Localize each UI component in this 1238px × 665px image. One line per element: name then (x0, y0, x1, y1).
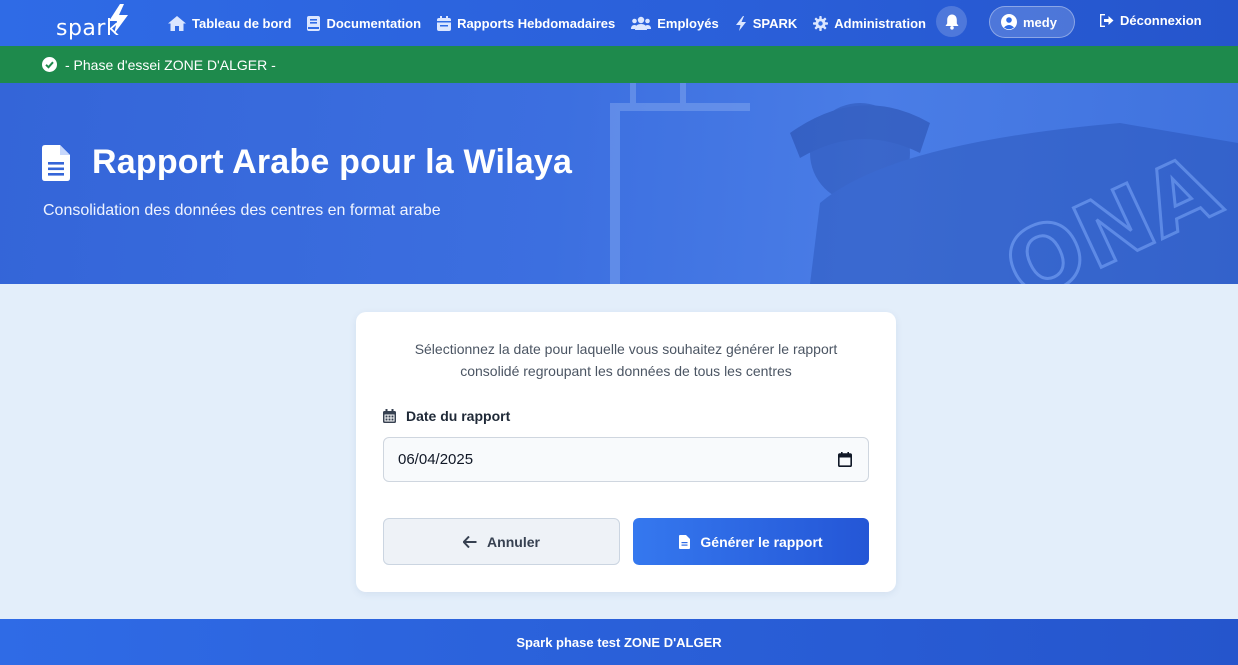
nav-item-employees[interactable]: Employés (631, 15, 719, 31)
arrow-left-icon (463, 535, 477, 548)
bolt-icon (735, 15, 746, 31)
spark-logo[interactable]: spark (56, 2, 132, 42)
nav-label: Employés (657, 15, 719, 31)
date-value: 06/04/2025 (398, 451, 474, 468)
nav-item-spark[interactable]: SPARK (735, 15, 798, 31)
page-subtitle: Consolidation des données des centres en… (43, 202, 441, 219)
nav-label: Administration (834, 15, 926, 31)
page-title-text: Rapport Arabe pour la Wilaya (92, 143, 573, 181)
file-icon (42, 144, 70, 181)
logout-link[interactable]: Déconnexion (1100, 13, 1202, 28)
footer: Spark phase test ZONE D'ALGER (0, 619, 1238, 665)
gear-icon (813, 15, 829, 31)
bell-icon (945, 14, 958, 30)
notifications-button[interactable] (936, 6, 967, 37)
calendar-icon (383, 409, 396, 423)
cancel-label: Annuler (487, 533, 540, 550)
phase-banner: - Phase d'essei ZONE D'ALGER - (0, 46, 1238, 83)
date-field-label: Date du rapport (383, 408, 510, 424)
nav-item-administration[interactable]: Administration (813, 15, 926, 31)
page-title: Rapport Arabe pour la Wilaya (42, 143, 572, 182)
check-circle-icon (42, 57, 57, 72)
sign-out-icon (1100, 14, 1114, 27)
hero-background-image: ONA (610, 83, 1238, 284)
user-menu-button[interactable]: medy (989, 6, 1075, 38)
cancel-button[interactable]: Annuler (383, 518, 620, 565)
report-form-card: Sélectionnez la date pour laquelle vous … (356, 312, 896, 592)
generate-report-button[interactable]: Générer le rapport (633, 518, 869, 565)
nav-item-weekly-reports[interactable]: Rapports Hebdomadaires (437, 15, 616, 31)
nav-label: SPARK (752, 15, 798, 31)
nav-item-dashboard[interactable]: Tableau de bord (168, 15, 292, 31)
logout-label: Déconnexion (1120, 13, 1202, 28)
generate-label: Générer le rapport (700, 533, 823, 550)
book-icon (307, 15, 321, 31)
phase-text: - Phase d'essei ZONE D'ALGER - (65, 56, 276, 73)
user-avatar-icon (1001, 14, 1017, 30)
nav-label: Rapports Hebdomadaires (457, 15, 616, 31)
bolt-icon (109, 4, 128, 34)
nav-item-documentation[interactable]: Documentation (307, 15, 422, 31)
nav-label: Tableau de bord (192, 15, 292, 31)
nav-label: Documentation (326, 15, 422, 31)
users-icon (631, 16, 652, 30)
calendar-picker-icon[interactable] (838, 452, 852, 467)
username: medy (1023, 14, 1057, 30)
report-date-input[interactable]: 06/04/2025 (383, 437, 869, 482)
hero-header: ONA Rapport Arabe pour la Wilaya Consoli… (0, 83, 1238, 284)
footer-text: Spark phase test ZONE D'ALGER (516, 634, 722, 650)
home-icon (168, 15, 186, 31)
top-navbar: spark Tableau de bord Documentation Rapp… (0, 0, 1238, 46)
file-icon (679, 534, 691, 549)
date-label-text: Date du rapport (406, 408, 511, 424)
main-nav: Tableau de bord Documentation Rapports H… (168, 0, 942, 46)
form-description: Sélectionnez la date pour laquelle vous … (414, 341, 838, 379)
calendar-icon (437, 15, 452, 31)
